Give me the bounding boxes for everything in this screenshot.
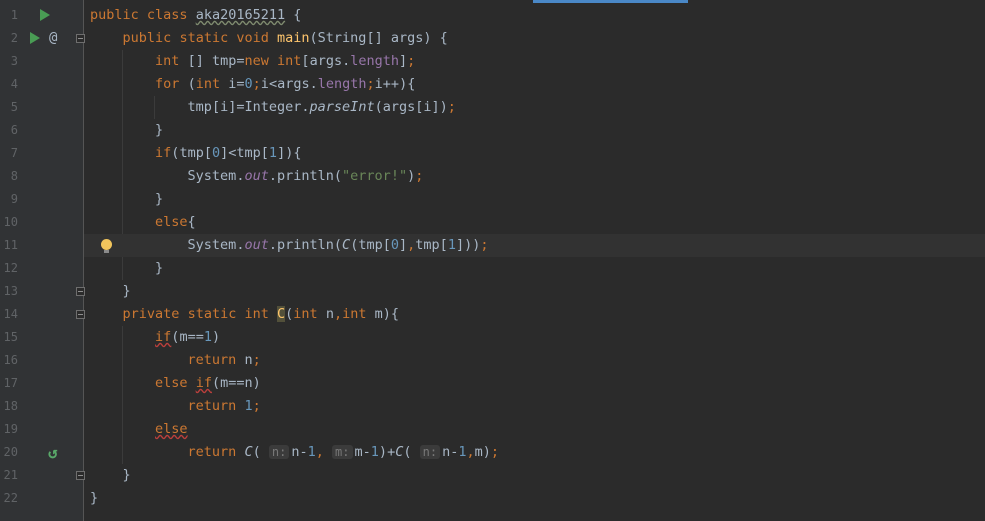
gutter-line-8: 8: [0, 165, 83, 188]
code-line-10: else{: [84, 211, 985, 234]
code-line-2: public static void main(String[] args) {: [84, 27, 985, 50]
code-text: }: [90, 490, 99, 506]
code-text: else{: [155, 214, 196, 230]
gutter-line-4: 4: [0, 73, 83, 96]
code-line-18: return 1;: [84, 395, 985, 418]
code-line-14: private static int C(int n,int m){: [84, 303, 985, 326]
line-number: 6: [10, 123, 18, 137]
code-text: }: [155, 191, 164, 207]
line-number: 17: [3, 376, 18, 390]
run-class-icon[interactable]: [40, 9, 50, 21]
code-text: else: [155, 421, 188, 437]
code-text: public class aka20165211 {: [90, 7, 302, 23]
gutter-line-15: 15: [0, 326, 83, 349]
code-line-21: }: [84, 464, 985, 487]
code-line-13: }: [84, 280, 985, 303]
line-number: 10: [3, 215, 18, 229]
gutter-line-9: 9: [0, 188, 83, 211]
gutter-line-19: 19: [0, 418, 83, 441]
code-line-22: }: [84, 487, 985, 510]
gutter-line-22: 22: [0, 487, 83, 510]
line-number: 11: [3, 238, 18, 252]
gutter-line-5: 5: [0, 96, 83, 119]
code-text: tmp[i]=Integer.parseInt(args[i]);: [187, 99, 456, 115]
code-line-3: int [] tmp=new int[args.length];: [84, 50, 985, 73]
code-text: if(tmp[0]<tmp[1]){: [155, 145, 302, 161]
code-text: }: [155, 122, 164, 138]
code-line-1: public class aka20165211 {: [84, 4, 985, 27]
code-line-20: return C( n: n-1, m: m-1)+C( n: n-1,m);: [84, 441, 985, 464]
gutter-line-18: 18: [0, 395, 83, 418]
code-line-16: return n;: [84, 349, 985, 372]
gutter-line-12: 12: [0, 257, 83, 280]
gutter-line-3: 3: [0, 50, 83, 73]
line-number: 2: [10, 31, 18, 45]
code-area[interactable]: public class aka20165211 { public static…: [84, 0, 985, 521]
code-line-5: tmp[i]=Integer.parseInt(args[i]);: [84, 96, 985, 119]
code-editor[interactable]: 1 2 @ 3 4 5 6 7 8 9 10 11 12 13 14 15 16…: [0, 0, 985, 521]
code-line-6: }: [84, 119, 985, 142]
line-number: 7: [10, 146, 18, 160]
code-text: }: [122, 283, 131, 299]
code-line-9: }: [84, 188, 985, 211]
line-number: 14: [3, 307, 18, 321]
line-number: 4: [10, 77, 18, 91]
code-text: private static int C(int n,int m){: [122, 306, 400, 322]
code-text: for (int i=0;i<args.length;i++){: [155, 76, 416, 92]
line-number: 8: [10, 169, 18, 183]
param-hint-m: m:: [332, 445, 353, 459]
override-at-icon[interactable]: @: [49, 27, 57, 50]
code-line-4: for (int i=0;i<args.length;i++){: [84, 73, 985, 96]
line-number: 1: [10, 8, 18, 22]
code-text: return n;: [187, 352, 261, 368]
code-line-17: else if(m==n): [84, 372, 985, 395]
gutter-line-17: 17: [0, 372, 83, 395]
line-number: 12: [3, 261, 18, 275]
code-text: return C( n: n-1, m: m-1)+C( n: n-1,m);: [187, 444, 500, 460]
editor-gutter: 1 2 @ 3 4 5 6 7 8 9 10 11 12 13 14 15 16…: [0, 0, 85, 521]
code-text: else if(m==n): [155, 375, 261, 391]
run-main-icon[interactable]: [30, 32, 40, 44]
code-line-8: System.out.println("error!");: [84, 165, 985, 188]
gutter-line-16: 16: [0, 349, 83, 372]
line-number: 5: [10, 100, 18, 114]
gutter-line-2: 2 @: [0, 27, 85, 50]
code-line-11-current: System.out.println(C(tmp[0],tmp[1]));: [84, 234, 985, 257]
gutter-line-11: 11: [0, 234, 83, 257]
param-hint-n: n:: [268, 445, 290, 459]
code-text: }: [155, 260, 164, 276]
gutter-line-20: 20 ↺: [0, 441, 83, 464]
code-text: if(m==1): [155, 329, 221, 345]
line-number: 22: [3, 491, 18, 505]
gutter-line-14: 14: [0, 303, 85, 326]
gutter-line-6: 6: [0, 119, 83, 142]
line-number: 21: [3, 468, 18, 482]
code-text: public static void main(String[] args) {: [122, 30, 448, 46]
lightbulb-intention-icon[interactable]: [101, 239, 112, 253]
line-number: 20: [3, 445, 18, 459]
line-number: 9: [10, 192, 18, 206]
code-text: System.out.println("error!");: [187, 168, 424, 184]
gutter-line-21: 21: [0, 464, 85, 487]
code-line-15: if(m==1): [84, 326, 985, 349]
code-line-12: }: [84, 257, 985, 280]
gutter-line-10: 10: [0, 211, 83, 234]
code-line-7: if(tmp[0]<tmp[1]){: [84, 142, 985, 165]
line-number: 3: [10, 54, 18, 68]
code-text: System.out.println(C(tmp[0],tmp[1]));: [187, 237, 489, 253]
line-number: 19: [3, 422, 18, 436]
line-number: 15: [3, 330, 18, 344]
gutter-line-13: 13: [0, 280, 85, 303]
param-hint-n: n:: [419, 445, 441, 459]
line-number: 18: [3, 399, 18, 413]
line-number: 13: [3, 284, 18, 298]
code-line-19: else: [84, 418, 985, 441]
gutter-line-7: 7: [0, 142, 83, 165]
code-text: return 1;: [187, 398, 261, 414]
code-text: int [] tmp=new int[args.length];: [155, 53, 416, 69]
recursive-call-icon[interactable]: ↺: [48, 441, 58, 464]
gutter-line-1: 1: [0, 4, 83, 27]
code-text: }: [122, 467, 131, 483]
line-number: 16: [3, 353, 18, 367]
